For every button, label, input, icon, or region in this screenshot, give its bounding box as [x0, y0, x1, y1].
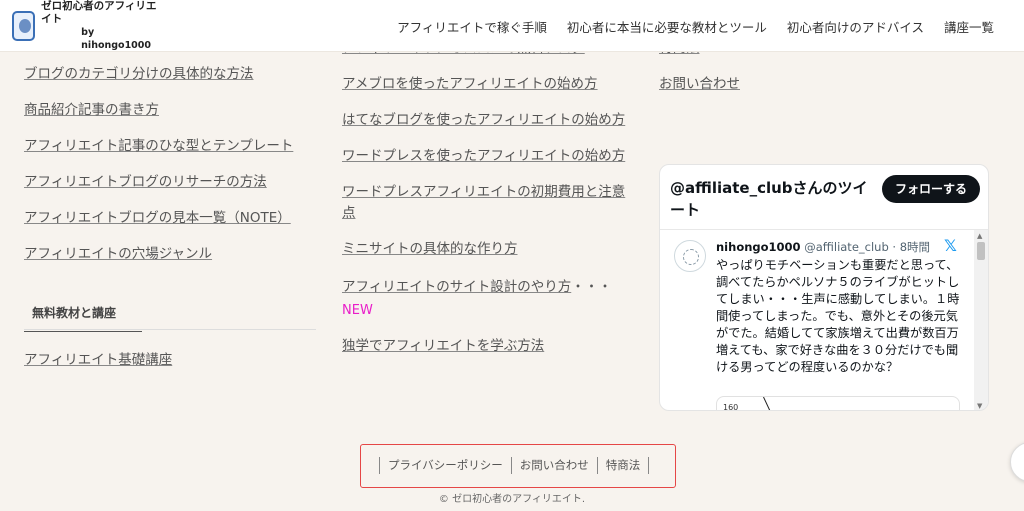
link-wordpress-cost[interactable]: ワードプレスアフィリエイトの初期費用と注意点 [342, 182, 632, 224]
site-header: ゼロ初心者のアフィリエイト by nihongo1000 アフィリエイトで稼ぐ手… [0, 0, 1024, 52]
link-article-template[interactable]: アフィリエイト記事のひな型とテンプレート [24, 136, 324, 157]
tweet-user-name[interactable]: nihongo1000 [716, 240, 801, 254]
twitter-title: @affiliate_clubさんのツイート [670, 179, 868, 219]
link-mini-site[interactable]: ミニサイトの具体的な作り方 [342, 239, 632, 260]
footer-links-highlight: プライバシーポリシー お問い合わせ 特商法 [360, 444, 676, 488]
twitter-scrollbar[interactable]: ▲ ▼ [974, 230, 988, 410]
tweet-text: やっぱりモチベーションも重要だと思って、調べてたらかペルソナ５のライブがヒットし… [716, 258, 960, 374]
scroll-to-top-button[interactable] [1010, 442, 1024, 482]
link-site-design[interactable]: アフィリエイトのサイト設計のやり方 [342, 279, 571, 295]
tweet-user-handle: @affiliate_club · 8時間 [804, 240, 931, 254]
link-blog-samples[interactable]: アフィリエイトブログの見本一覧（NOTE） [24, 208, 324, 229]
tweet-image-label: 160 [723, 403, 739, 411]
site-logo[interactable]: ゼロ初心者のアフィリエイト by nihongo1000 [12, 0, 160, 51]
footer-column-2: アフィリエイトにオススメの無料ブログ アメブロを使ったアフィリエイトの始め方 は… [342, 40, 632, 372]
main-nav: アフィリエイトで稼ぐ手順 初心者に本当に必要な教材とツール 初心者向けのアドバイ… [377, 0, 994, 52]
footer-links: プライバシーポリシー お問い合わせ 特商法 [379, 457, 650, 474]
x-logo-icon[interactable]: 𝕏 [944, 236, 957, 255]
logo-subtitle: by nihongo1000 [81, 27, 152, 51]
logo-mascot-icon [12, 11, 36, 41]
design-suffix: ・・・ [571, 279, 612, 295]
avatar[interactable] [674, 240, 706, 272]
scroll-down-icon[interactable]: ▼ [977, 402, 982, 410]
new-badge: NEW [342, 303, 373, 318]
link-research-method[interactable]: アフィリエイトブログのリサーチの方法 [24, 172, 324, 193]
link-basic-course[interactable]: アフィリエイト基礎講座 [24, 350, 172, 371]
nav-item-advice[interactable]: 初心者向けのアドバイス [787, 17, 924, 36]
link-wordpress[interactable]: ワードプレスを使ったアフィリエイトの始め方 [342, 146, 632, 167]
section-title: 無料教材と講座 [24, 296, 142, 332]
footer-link-contact[interactable]: お問い合わせ [510, 457, 597, 474]
tweet-user: nihongo1000 @affiliate_club · 8時間 [716, 239, 930, 255]
link-category-method[interactable]: ブログのカテゴリ分けの具体的な方法 [24, 64, 324, 85]
link-ameblo[interactable]: アメブロを使ったアフィリエイトの始め方 [342, 74, 632, 95]
section-free-materials: 無料教材と講座 [24, 296, 316, 332]
tweet-image[interactable]: 160 [716, 396, 960, 411]
footer-link-tokushoho[interactable]: 特商法 [596, 457, 649, 474]
nav-item-tools[interactable]: 初心者に本当に必要な教材とツール [567, 17, 767, 36]
link-niche-genre[interactable]: アフィリエイトの穴場ジャンル [24, 244, 324, 265]
nav-item-courses[interactable]: 講座一覧 [944, 17, 994, 36]
nav-item-earn-steps[interactable]: アフィリエイトで稼ぐ手順 [397, 17, 547, 36]
twitter-embed: @affiliate_clubさんのツイート フォローする nihongo100… [659, 164, 989, 411]
link-contact[interactable]: お問い合わせ [659, 74, 779, 95]
link-hatena[interactable]: はてなブログを使ったアフィリエイトの始め方 [342, 110, 632, 131]
section-divider [24, 329, 316, 330]
follow-button[interactable]: フォローする [882, 175, 980, 203]
footer-divider [648, 457, 650, 474]
copyright: © ゼロ初心者のアフィリエイト. [438, 494, 586, 505]
scroll-thumb[interactable] [977, 242, 985, 260]
scroll-up-icon[interactable]: ▲ [977, 232, 982, 240]
tweet[interactable]: nihongo1000 @affiliate_club · 8時間 𝕏 やっぱり… [660, 230, 976, 411]
footer-column-3: 特商法 お問い合わせ [659, 40, 779, 110]
link-self-study[interactable]: 独学でアフィリエイトを学ぶ方法 [342, 336, 632, 357]
footer-link-privacy[interactable]: プライバシーポリシー [379, 457, 511, 474]
twitter-header: @affiliate_clubさんのツイート フォローする [670, 175, 980, 231]
logo-text: ゼロ初心者のアフィリエイト by nihongo1000 [41, 0, 160, 52]
logo-title: ゼロ初心者のアフィリエイト [41, 0, 157, 25]
footer-column-1: ブログのカテゴリ分けの具体的な方法 商品紹介記事の書き方 アフィリエイト記事のひ… [24, 64, 324, 280]
link-product-review[interactable]: 商品紹介記事の書き方 [24, 100, 324, 121]
tweet-image-chart-line [763, 397, 773, 410]
design-link-row: アフィリエイトのサイト設計のやり方・・・ NEW [342, 275, 632, 321]
